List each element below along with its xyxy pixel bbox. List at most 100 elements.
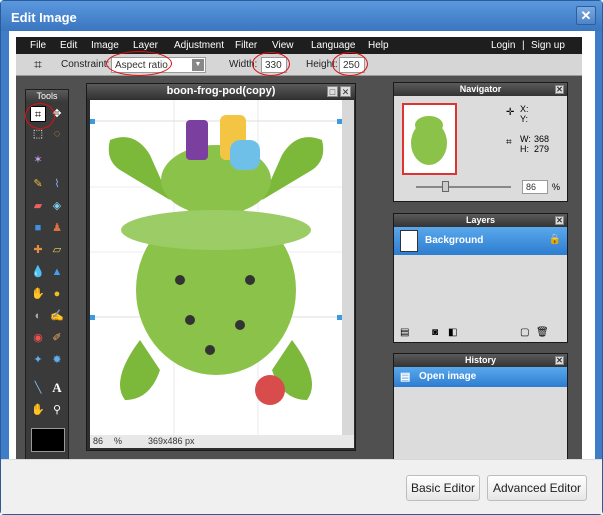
line-tool-icon[interactable]: ╲ <box>30 380 46 396</box>
basic-editor-button[interactable]: Basic Editor <box>406 475 480 501</box>
dimension-icon: ⌗ <box>506 137 512 148</box>
layer-thumbnail <box>400 230 418 252</box>
y-label: Y: <box>520 114 529 124</box>
gradient-tool-icon[interactable]: ■ <box>30 220 46 236</box>
stamp-tool-icon[interactable]: ♟ <box>49 220 65 236</box>
tools-title: Tools <box>26 90 68 102</box>
sponge-tool-icon[interactable]: ● <box>49 286 65 302</box>
sharpen-tool-icon[interactable]: ▲ <box>49 264 65 280</box>
brush-tool-icon[interactable]: ⌇ <box>49 176 65 192</box>
signup-link[interactable]: Sign up <box>531 40 565 51</box>
pinch-tool-icon[interactable]: ✦ <box>30 352 46 368</box>
canvas-window: boon-frog-pod(copy) □ ✕ 86 % 369x486 px <box>86 83 356 451</box>
menu-file[interactable]: File <box>30 40 46 51</box>
navigator-title: Navigator <box>459 84 502 94</box>
menu-layer[interactable]: Layer <box>133 40 158 51</box>
bloat-tool-icon[interactable]: ✸ <box>49 352 65 368</box>
text-tool-icon[interactable]: A <box>49 380 65 396</box>
chevron-down-icon: ▼ <box>192 59 204 71</box>
zoom-value[interactable]: 86 <box>93 436 103 446</box>
new-layer-icon[interactable]: ▢ <box>520 327 529 338</box>
h-value: 279 <box>534 144 550 154</box>
dodge-tool-icon[interactable]: ◐ <box>30 308 46 324</box>
menu-filter[interactable]: Filter <box>235 40 257 51</box>
frog-pod-image <box>90 100 342 435</box>
close-icon[interactable]: ✕ <box>555 356 564 365</box>
document-icon: ▤ <box>400 371 411 383</box>
history-title: History <box>464 355 496 365</box>
menu-adjustment[interactable]: Adjustment <box>174 40 224 51</box>
history-panel: History ✕ ▤ Open image <box>393 353 568 461</box>
menu-edit[interactable]: Edit <box>60 40 77 51</box>
canvas-status-bar: 86 % 369x486 px <box>90 435 354 448</box>
eraser-tool-icon[interactable]: ▰ <box>30 198 46 214</box>
crop-tool-annotation <box>25 103 55 129</box>
hand-tool-icon[interactable]: ✋ <box>30 402 46 418</box>
zoom-unit: % <box>114 436 123 446</box>
width-annotation <box>252 52 290 76</box>
auth-separator: | <box>522 40 525 51</box>
dialog-footer: Basic Editor Advanced Editor <box>1 459 602 514</box>
layer-settings-icon[interactable]: ▤ <box>400 327 409 338</box>
pencil-tool-icon[interactable]: ✎ <box>30 176 46 192</box>
height-annotation <box>332 52 368 76</box>
smudge-tool-icon[interactable]: ✋ <box>30 286 46 302</box>
close-icon[interactable]: ✕ <box>340 86 351 97</box>
menu-language[interactable]: Language <box>311 40 356 51</box>
vertical-scrollbar[interactable] <box>342 100 354 435</box>
liquify-tool-icon[interactable]: ✐ <box>49 330 65 346</box>
blur-tool-icon[interactable]: 💧 <box>30 264 46 280</box>
close-icon[interactable]: ✕ <box>576 6 596 25</box>
navigator-zoom-input[interactable]: 86 <box>522 180 548 194</box>
constraint-label: Constraint: <box>61 59 110 70</box>
layer-style-icon[interactable]: ◧ <box>448 327 457 338</box>
zoom-slider[interactable] <box>416 186 511 188</box>
burn-tool-icon[interactable]: ✍ <box>49 308 65 324</box>
w-value: 368 <box>534 134 550 144</box>
delete-layer-icon[interactable]: 🗑 <box>536 327 549 338</box>
menu-view[interactable]: View <box>272 40 294 51</box>
navigator-zoom-unit: % <box>552 182 561 192</box>
h-label: H: <box>520 144 529 154</box>
image-editor-app: File Edit Image Layer Adjustment Filter … <box>16 37 582 461</box>
history-item-open-image[interactable]: ▤ Open image <box>394 367 567 387</box>
zoom-tool-icon[interactable]: ⚲ <box>49 402 65 418</box>
canvas-title: boon-frog-pod(copy) <box>87 84 355 99</box>
login-link[interactable]: Login <box>491 40 515 51</box>
navigator-thumbnail[interactable] <box>402 103 457 175</box>
edit-image-dialog: Edit Image ✕ File Edit Image Layer Adjus… <box>0 0 603 515</box>
lasso-tool-icon[interactable]: ◌ <box>49 126 65 142</box>
navigator-panel: Navigator ✕ ✛ X: Y: ⌗ W: 368 H: 279 86 % <box>393 82 568 202</box>
bandaid-tool-icon[interactable]: ▱ <box>49 242 65 258</box>
dialog-titlebar: Edit Image ✕ <box>1 1 602 31</box>
close-icon[interactable]: ✕ <box>555 85 564 94</box>
tools-panel: Tools ⌗ ✥ ⬚ ◌ ✶ ✎ ⌇ ▰ ◈ ■ ♟ ✚ ▱ 💧 ▲ ✋ ● … <box>25 89 69 461</box>
x-label: X: <box>520 104 529 114</box>
dialog-title: Edit Image <box>11 10 77 25</box>
constraint-annotation <box>106 51 172 76</box>
menu-image[interactable]: Image <box>91 40 119 51</box>
menu-help[interactable]: Help <box>368 40 389 51</box>
image-size: 369x486 px <box>148 436 195 446</box>
close-icon[interactable]: ✕ <box>555 216 564 225</box>
advanced-editor-button[interactable]: Advanced Editor <box>487 475 587 501</box>
image-canvas[interactable] <box>90 100 342 435</box>
redeye-tool-icon[interactable]: ◉ <box>30 330 46 346</box>
layers-panel: Layers ✕ Background 🔒 ▤ ◙ ◧ ▢ 🗑 <box>393 213 568 343</box>
crop-icon: ⌗ <box>34 56 42 72</box>
picker-tool-icon[interactable]: ✚ <box>30 242 46 258</box>
layers-title: Layers <box>465 215 496 225</box>
wand-tool-icon[interactable]: ✶ <box>30 152 46 168</box>
layer-name: Background <box>425 235 484 246</box>
w-label: W: <box>520 134 531 144</box>
layer-mask-icon[interactable]: ◙ <box>432 327 438 338</box>
zoom-slider-handle[interactable] <box>442 181 449 192</box>
menu-bar: File Edit Image Layer Adjustment Filter … <box>16 37 582 54</box>
lock-icon: 🔒 <box>548 234 561 245</box>
foreground-color-swatch[interactable] <box>31 428 65 452</box>
crop-options-toolbar: ⌗ Constraint: Aspect ratio ▼ Width: 330 … <box>16 54 582 76</box>
layer-row-background[interactable]: Background 🔒 <box>394 227 567 255</box>
history-item-label: Open image <box>419 371 477 382</box>
bucket-tool-icon[interactable]: ◈ <box>49 198 65 214</box>
maximize-icon[interactable]: □ <box>327 86 338 97</box>
